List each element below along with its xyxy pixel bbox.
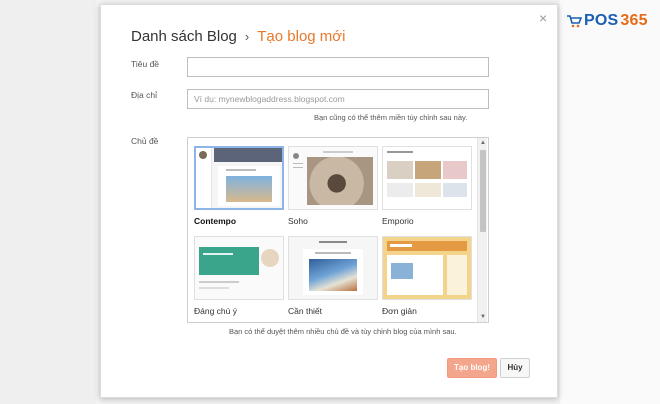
theme-contempo[interactable]: Contempo xyxy=(194,146,284,226)
create-blog-button[interactable]: Tạo blog! xyxy=(447,358,497,378)
theme-scrollbar[interactable]: ▲ ▼ xyxy=(477,138,487,322)
theme-name-soho: Soho xyxy=(288,216,308,226)
address-hint: Bạn cũng có thể thêm miền tùy chỉnh sau … xyxy=(314,113,468,122)
theme-picker: Contempo Soho Emporio Đáng chú ý Cần thi… xyxy=(187,137,489,323)
theme-notable[interactable]: Đáng chú ý xyxy=(194,236,284,316)
theme-name-notable: Đáng chú ý xyxy=(194,306,237,316)
breadcrumb-separator-icon: › xyxy=(244,29,250,44)
cancel-button[interactable]: Hủy xyxy=(500,358,530,378)
theme-name-contempo: Contempo xyxy=(194,216,237,226)
cart-icon xyxy=(567,15,582,28)
theme-name-simple: Đơn giản xyxy=(382,306,417,316)
title-input[interactable] xyxy=(187,57,489,77)
theme-emporio[interactable]: Emporio xyxy=(382,146,472,226)
logo-text-365: 365 xyxy=(620,12,648,29)
breadcrumb-blog-list[interactable]: Danh sách Blog xyxy=(131,28,237,45)
scroll-up-icon[interactable]: ▲ xyxy=(478,138,488,148)
address-input[interactable] xyxy=(187,89,489,109)
close-icon[interactable]: × xyxy=(539,11,547,25)
theme-thumbnail-notable[interactable] xyxy=(194,236,284,300)
theme-thumbnail-simple[interactable] xyxy=(382,236,472,300)
theme-hint: Bạn có thể duyệt thêm nhiều chủ đề và tù… xyxy=(229,327,457,336)
theme-name-essential: Cần thiết xyxy=(288,306,323,316)
address-label: Địa chỉ xyxy=(131,90,157,100)
theme-simple[interactable]: Đơn giản xyxy=(382,236,472,316)
breadcrumb: Danh sách Blog › Tạo blog mới xyxy=(131,28,345,45)
theme-label: Chủ đề xyxy=(131,136,159,146)
theme-thumbnail-contempo[interactable] xyxy=(194,146,284,210)
title-label: Tiêu đề xyxy=(131,59,160,69)
pos365-logo: POS 365 xyxy=(566,12,648,30)
theme-thumbnail-soho[interactable] xyxy=(288,146,378,210)
page-background-left xyxy=(0,0,96,404)
theme-soho[interactable]: Soho xyxy=(288,146,378,226)
theme-thumbnail-emporio[interactable] xyxy=(382,146,472,210)
page-background-right xyxy=(560,0,660,404)
theme-essential[interactable]: Cần thiết xyxy=(288,236,378,316)
create-blog-dialog: × Danh sách Blog › Tạo blog mới Tiêu đề … xyxy=(100,4,558,398)
scroll-down-icon[interactable]: ▼ xyxy=(478,312,488,322)
theme-name-emporio: Emporio xyxy=(382,216,414,226)
breadcrumb-current: Tạo blog mới xyxy=(257,28,346,45)
scroll-thumb[interactable] xyxy=(480,150,486,232)
theme-thumbnail-essential[interactable] xyxy=(288,236,378,300)
logo-text-pos: POS xyxy=(584,12,619,29)
